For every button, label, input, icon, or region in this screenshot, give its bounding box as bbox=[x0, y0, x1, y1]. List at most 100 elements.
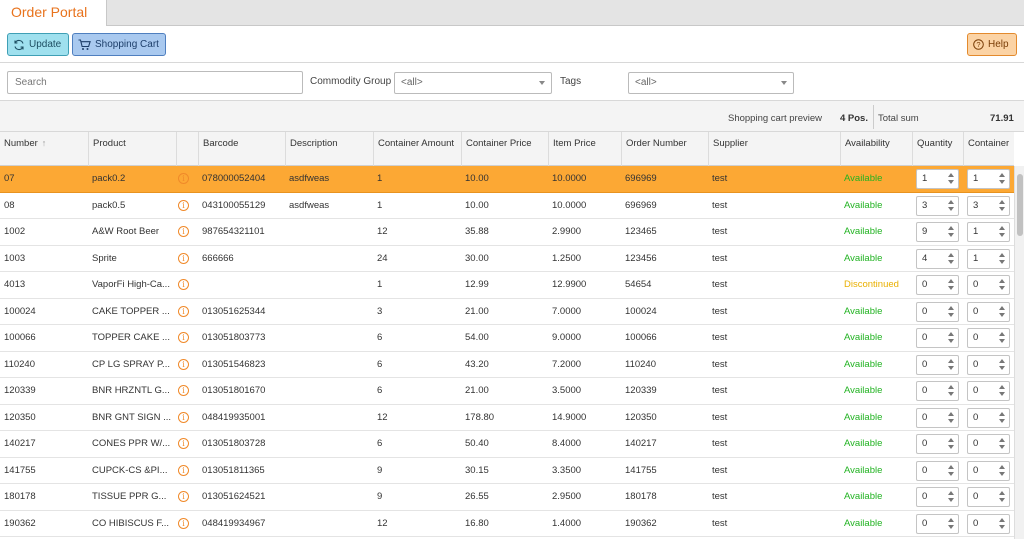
stepper-arrows-icon[interactable] bbox=[948, 199, 955, 212]
table-row[interactable]: 1003 Sprite i 666666 24 30.00 1.2500 123456 test… bbox=[0, 245, 1014, 272]
column-header-container-amount[interactable]: Container Amount bbox=[373, 132, 461, 166]
stepper-arrows-icon[interactable] bbox=[999, 226, 1006, 238]
stepper-arrows-icon[interactable] bbox=[948, 438, 955, 450]
info-icon[interactable]: i bbox=[178, 464, 189, 476]
container-stepper[interactable]: 3 bbox=[967, 195, 1010, 216]
sort-ascending-icon[interactable]: ↑ bbox=[42, 138, 47, 148]
stepper-arrows-icon[interactable] bbox=[999, 332, 1006, 344]
column-header-description[interactable]: Description bbox=[285, 132, 373, 166]
column-header-number[interactable]: Number ↑ bbox=[0, 132, 88, 166]
quantity-stepper[interactable]: 0 bbox=[916, 328, 959, 348]
table-row[interactable]: 1002 A&W Root Beer i 987654321101 12 35.88 2.9… bbox=[0, 219, 1014, 246]
table-row[interactable]: 120350 BNR GNT SIGN ... i 048419935001 12 178… bbox=[0, 404, 1014, 431]
container-stepper[interactable]: 0 bbox=[967, 381, 1010, 401]
container-stepper[interactable]: 1 bbox=[967, 169, 1010, 189]
stepper-arrows-icon[interactable] bbox=[999, 252, 1006, 265]
quantity-stepper[interactable]: 0 bbox=[916, 275, 959, 295]
update-button[interactable]: Update bbox=[7, 33, 69, 56]
table-row[interactable]: 140217 CONES PPR W/... i 013051803728 6 50.40… bbox=[0, 431, 1014, 458]
quantity-stepper[interactable]: 0 bbox=[916, 487, 959, 507]
table-row[interactable]: 190362 CO HIBISCUS F... i 048419934967 12 16.… bbox=[0, 510, 1014, 537]
stepper-arrows-icon[interactable] bbox=[999, 173, 1006, 185]
info-icon[interactable]: i bbox=[178, 491, 189, 502]
stepper-arrows-icon[interactable] bbox=[948, 226, 955, 238]
container-stepper[interactable]: 0 bbox=[967, 275, 1010, 295]
info-icon[interactable]: i bbox=[178, 411, 189, 423]
stepper-arrows-icon[interactable] bbox=[999, 305, 1006, 318]
column-header-barcode[interactable]: Barcode bbox=[198, 132, 285, 166]
container-stepper[interactable]: 1 bbox=[967, 248, 1010, 269]
info-icon[interactable]: i bbox=[178, 385, 189, 396]
stepper-arrows-icon[interactable] bbox=[999, 199, 1006, 212]
quantity-stepper[interactable]: 0 bbox=[916, 301, 959, 322]
container-stepper[interactable]: 0 bbox=[967, 513, 1010, 534]
help-button[interactable]: ? Help bbox=[967, 33, 1017, 56]
table-row[interactable]: 08 pack0.5 i 043100055129 asdfweas 1 10.00 10.0… bbox=[0, 192, 1014, 219]
info-icon[interactable]: i bbox=[178, 332, 189, 343]
stepper-arrows-icon[interactable] bbox=[948, 252, 955, 265]
quantity-stepper[interactable]: 0 bbox=[916, 460, 959, 481]
stepper-arrows-icon[interactable] bbox=[999, 517, 1006, 530]
table-row[interactable]: 141755 CUPCK-CS &PI... i 013051811365 9 30.15… bbox=[0, 457, 1014, 484]
stepper-arrows-icon[interactable] bbox=[999, 438, 1006, 450]
container-stepper[interactable]: 0 bbox=[967, 328, 1010, 348]
quantity-stepper[interactable]: 0 bbox=[916, 434, 959, 454]
column-header-item-price[interactable]: Item Price bbox=[548, 132, 621, 166]
shopping-cart-button[interactable]: Shopping Cart bbox=[72, 33, 166, 56]
info-icon[interactable]: i bbox=[178, 252, 189, 264]
search-input[interactable] bbox=[7, 71, 303, 94]
stepper-arrows-icon[interactable] bbox=[948, 173, 955, 185]
quantity-stepper[interactable]: 1 bbox=[916, 169, 959, 189]
quantity-stepper[interactable]: 9 bbox=[916, 222, 959, 242]
column-header-info[interactable] bbox=[176, 132, 198, 166]
container-stepper[interactable]: 0 bbox=[967, 407, 1010, 428]
stepper-arrows-icon[interactable] bbox=[948, 279, 955, 291]
stepper-arrows-icon[interactable] bbox=[948, 517, 955, 530]
column-header-availability[interactable]: Availability bbox=[840, 132, 912, 166]
commodity-group-select[interactable]: <all> bbox=[394, 72, 552, 94]
container-stepper[interactable]: 1 bbox=[967, 222, 1010, 242]
quantity-stepper[interactable]: 0 bbox=[916, 354, 959, 375]
column-header-supplier[interactable]: Supplier bbox=[708, 132, 840, 166]
stepper-arrows-icon[interactable] bbox=[999, 358, 1006, 371]
table-row[interactable]: 110240 CP LG SPRAY P... i 013051546823 6 43.2… bbox=[0, 351, 1014, 378]
column-header-order-number[interactable]: Order Number bbox=[621, 132, 708, 166]
stepper-arrows-icon[interactable] bbox=[948, 305, 955, 318]
info-icon[interactable]: i bbox=[178, 517, 189, 529]
stepper-arrows-icon[interactable] bbox=[999, 491, 1006, 503]
tab-order-portal[interactable]: Order Portal bbox=[0, 0, 107, 26]
table-row[interactable]: 180178 TISSUE PPR G... i 013051624521 9 26.55… bbox=[0, 484, 1014, 511]
info-icon[interactable]: i bbox=[178, 305, 189, 317]
container-stepper[interactable]: 0 bbox=[967, 354, 1010, 375]
stepper-arrows-icon[interactable] bbox=[948, 332, 955, 344]
stepper-arrows-icon[interactable] bbox=[948, 464, 955, 477]
tags-select[interactable]: <all> bbox=[628, 72, 794, 94]
column-header-container[interactable]: Container bbox=[963, 132, 1014, 166]
stepper-arrows-icon[interactable] bbox=[999, 464, 1006, 477]
stepper-arrows-icon[interactable] bbox=[948, 385, 955, 397]
column-header-container-price[interactable]: Container Price bbox=[461, 132, 548, 166]
quantity-stepper[interactable]: 3 bbox=[916, 195, 959, 216]
scrollbar-thumb[interactable] bbox=[1017, 174, 1023, 236]
table-row[interactable]: 07 pack0.2 i 078000052404 asdfweas 1 10.00 10.0… bbox=[0, 166, 1014, 193]
quantity-stepper[interactable]: 0 bbox=[916, 513, 959, 534]
table-row[interactable]: 100066 TOPPER CAKE ... i 013051803773 6 54.00… bbox=[0, 325, 1014, 352]
stepper-arrows-icon[interactable] bbox=[948, 358, 955, 371]
info-icon[interactable]: i bbox=[178, 199, 189, 211]
stepper-arrows-icon[interactable] bbox=[999, 385, 1006, 397]
quantity-stepper[interactable]: 0 bbox=[916, 407, 959, 428]
container-stepper[interactable]: 0 bbox=[967, 434, 1010, 454]
container-stepper[interactable]: 0 bbox=[967, 487, 1010, 507]
column-header-quantity[interactable]: Quantity bbox=[912, 132, 963, 166]
table-row[interactable]: 120339 BNR HRZNTL G... i 013051801670 6 21.00… bbox=[0, 378, 1014, 405]
stepper-arrows-icon[interactable] bbox=[948, 491, 955, 503]
container-stepper[interactable]: 0 bbox=[967, 301, 1010, 322]
info-icon[interactable]: i bbox=[178, 358, 189, 370]
column-header-product[interactable]: Product bbox=[88, 132, 176, 166]
stepper-arrows-icon[interactable] bbox=[999, 279, 1006, 291]
table-row[interactable]: 4013 VaporFi High-Ca... i 1 12.99 12.9900 5465… bbox=[0, 272, 1014, 299]
info-icon[interactable]: i bbox=[178, 438, 189, 449]
info-icon[interactable]: i bbox=[178, 226, 189, 237]
table-row[interactable]: 100024 CAKE TOPPER ... i 013051625344 3 21.00… bbox=[0, 298, 1014, 325]
container-stepper[interactable]: 0 bbox=[967, 460, 1010, 481]
